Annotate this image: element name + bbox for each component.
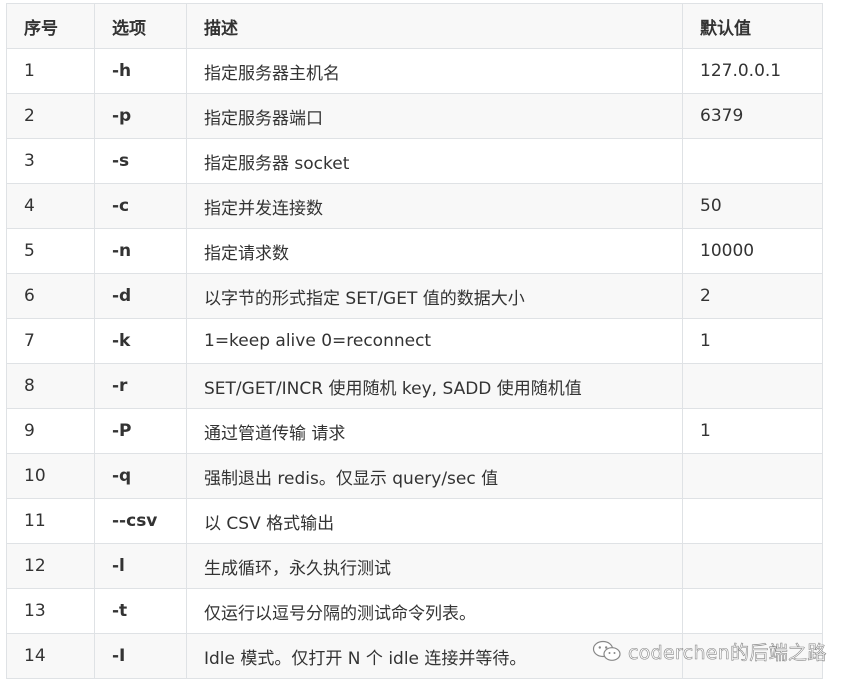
table-row: 8 -r SET/GET/INCR 使用随机 key, SADD 使用随机值 xyxy=(6,363,823,409)
header-default: 默认值 xyxy=(682,3,823,49)
cell-index: 5 xyxy=(6,228,95,274)
cell-default: 50 xyxy=(682,183,823,229)
table-body: 1 -h 指定服务器主机名 127.0.0.1 2 -p 指定服务器端口 637… xyxy=(6,48,823,679)
cell-default xyxy=(682,498,823,544)
cell-option: -s xyxy=(94,138,187,184)
table-row: 11 --csv 以 CSV 格式输出 xyxy=(6,498,823,544)
cell-index: 11 xyxy=(6,498,95,544)
cell-option: -P xyxy=(94,408,187,454)
cell-description: 1=keep alive 0=reconnect xyxy=(186,318,683,364)
header-option: 选项 xyxy=(94,3,187,49)
table-row: 12 -l 生成循环，永久执行测试 xyxy=(6,543,823,589)
cell-default: 10000 xyxy=(682,228,823,274)
cell-index: 14 xyxy=(6,633,95,679)
table-row: 4 -c 指定并发连接数 50 xyxy=(6,183,823,229)
cell-default xyxy=(682,453,823,499)
cell-default: 1 xyxy=(682,408,823,454)
cell-description: 指定服务器 socket xyxy=(186,138,683,184)
cell-index: 7 xyxy=(6,318,95,364)
options-table-container: 序号 选项 描述 默认值 1 -h 指定服务器主机名 127.0.0.1 2 -… xyxy=(6,3,823,679)
cell-description: 以 CSV 格式输出 xyxy=(186,498,683,544)
cell-description: 以字节的形式指定 SET/GET 值的数据大小 xyxy=(186,273,683,319)
cell-description: 指定请求数 xyxy=(186,228,683,274)
watermark-text: coderchen的后端之路 xyxy=(628,641,827,664)
cell-description: 指定并发连接数 xyxy=(186,183,683,229)
cell-index: 2 xyxy=(6,93,95,139)
cell-index: 13 xyxy=(6,588,95,634)
cell-option: -k xyxy=(94,318,187,364)
table-header: 序号 选项 描述 默认值 xyxy=(6,3,823,49)
cell-default xyxy=(682,138,823,184)
cell-default: 127.0.0.1 xyxy=(682,48,823,94)
cell-option: --csv xyxy=(94,498,187,544)
table-row: 6 -d 以字节的形式指定 SET/GET 值的数据大小 2 xyxy=(6,273,823,319)
cell-default: 2 xyxy=(682,273,823,319)
table-row: 1 -h 指定服务器主机名 127.0.0.1 xyxy=(6,48,823,94)
cell-description: SET/GET/INCR 使用随机 key, SADD 使用随机值 xyxy=(186,363,683,409)
cell-default: 1 xyxy=(682,318,823,364)
watermark: coderchen的后端之路 xyxy=(592,638,827,664)
cell-option: -l xyxy=(94,543,187,589)
cell-option: -h xyxy=(94,48,187,94)
cell-default: 6379 xyxy=(682,93,823,139)
table-row: 5 -n 指定请求数 10000 xyxy=(6,228,823,274)
cell-option: -p xyxy=(94,93,187,139)
cell-index: 4 xyxy=(6,183,95,229)
cell-description: 仅运行以逗号分隔的测试命令列表。 xyxy=(186,588,683,634)
cell-description: 指定服务器主机名 xyxy=(186,48,683,94)
cell-index: 6 xyxy=(6,273,95,319)
cell-option: -d xyxy=(94,273,187,319)
table-row: 7 -k 1=keep alive 0=reconnect 1 xyxy=(6,318,823,364)
cell-option: -q xyxy=(94,453,187,499)
cell-description: 强制退出 redis。仅显示 query/sec 值 xyxy=(186,453,683,499)
table-row: 10 -q 强制退出 redis。仅显示 query/sec 值 xyxy=(6,453,823,499)
wechat-icon xyxy=(592,640,621,661)
cell-option: -n xyxy=(94,228,187,274)
cell-index: 9 xyxy=(6,408,95,454)
cell-option: -I xyxy=(94,633,187,679)
table-row: 9 -P 通过管道传输 请求 1 xyxy=(6,408,823,454)
cell-index: 1 xyxy=(6,48,95,94)
cell-index: 10 xyxy=(6,453,95,499)
cell-index: 12 xyxy=(6,543,95,589)
cell-option: -r xyxy=(94,363,187,409)
cell-default xyxy=(682,588,823,634)
table-row: 2 -p 指定服务器端口 6379 xyxy=(6,93,823,139)
header-row: 序号 选项 描述 默认值 xyxy=(6,3,823,49)
cell-option: -t xyxy=(94,588,187,634)
header-index: 序号 xyxy=(6,3,95,49)
cell-index: 8 xyxy=(6,363,95,409)
cell-description: 生成循环，永久执行测试 xyxy=(186,543,683,589)
cell-option: -c xyxy=(94,183,187,229)
cell-default xyxy=(682,543,823,589)
table-row: 13 -t 仅运行以逗号分隔的测试命令列表。 xyxy=(6,588,823,634)
cell-description: 指定服务器端口 xyxy=(186,93,683,139)
cell-default xyxy=(682,363,823,409)
options-table: 序号 选项 描述 默认值 1 -h 指定服务器主机名 127.0.0.1 2 -… xyxy=(6,3,823,679)
cell-description: 通过管道传输 请求 xyxy=(186,408,683,454)
cell-index: 3 xyxy=(6,138,95,184)
table-row: 3 -s 指定服务器 socket xyxy=(6,138,823,184)
header-description: 描述 xyxy=(186,3,683,49)
